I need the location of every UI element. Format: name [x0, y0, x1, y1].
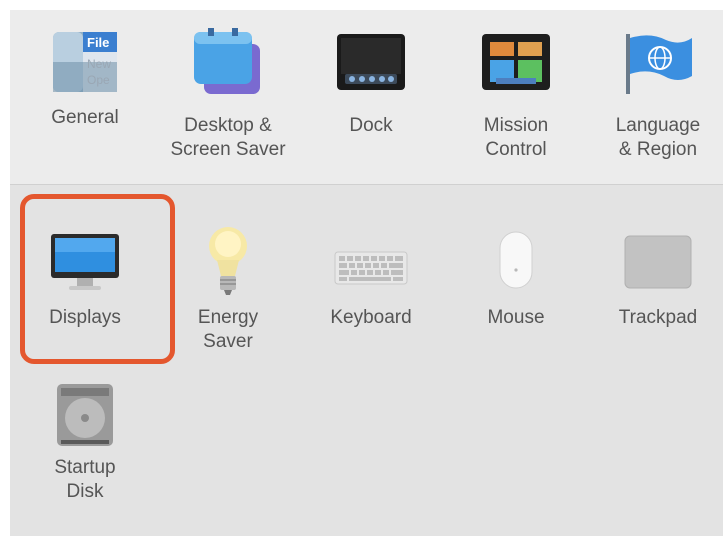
mission-control-icon [480, 32, 552, 94]
pref-label: Dock [349, 115, 393, 136]
svg-text:New: New [87, 57, 111, 71]
pref-label: Mouse [487, 307, 545, 328]
pref-label: Keyboard [330, 307, 412, 328]
displays-highlight-box [20, 194, 175, 364]
pref-label: Mission Control [483, 115, 549, 160]
pref-mission-control[interactable]: Mission Control [451, 18, 581, 168]
pref-mouse[interactable]: Mouse [451, 212, 581, 352]
pref-keyboard[interactable]: Keyboard [306, 212, 436, 352]
pref-general[interactable]: File New Ope General [20, 18, 150, 168]
startup-disk-icon [53, 382, 117, 448]
pref-label: Startup Disk [54, 457, 116, 502]
pref-language-region[interactable]: Language & Region [593, 18, 723, 168]
dock-icon [335, 32, 407, 94]
energy-saver-icon [203, 222, 253, 298]
pref-dock[interactable]: Dock [306, 18, 436, 168]
pref-energy-saver[interactable]: Energy Saver [163, 212, 293, 352]
general-icon: File New Ope [49, 26, 121, 98]
pref-label: Desktop & Screen Saver [170, 115, 286, 160]
svg-text:Ope: Ope [87, 73, 110, 87]
trackpad-icon [623, 234, 693, 290]
desktop-screen-saver-icon [188, 26, 268, 100]
pref-label: Language & Region [615, 115, 701, 160]
language-region-icon [620, 30, 696, 96]
svg-text:File: File [87, 35, 109, 50]
pref-desktop-screen-saver[interactable]: Desktop & Screen Saver [163, 18, 293, 168]
pref-startup-disk[interactable]: Startup Disk [20, 378, 150, 528]
keyboard-icon [333, 248, 409, 288]
pref-trackpad[interactable]: Trackpad [593, 212, 723, 352]
pref-label: Energy Saver [197, 307, 259, 352]
mouse-icon [496, 230, 536, 292]
pref-label: General [51, 107, 119, 128]
pref-label: Trackpad [618, 307, 698, 328]
